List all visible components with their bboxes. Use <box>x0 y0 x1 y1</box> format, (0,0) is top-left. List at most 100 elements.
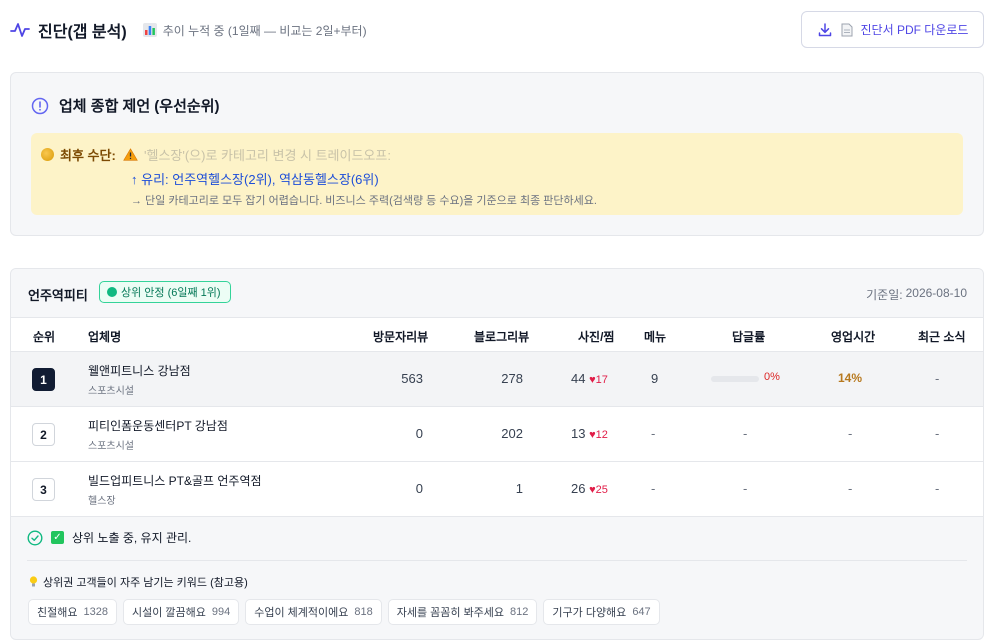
menu-count: - <box>651 481 656 496</box>
col-visitor-reviews: 방문자리뷰 <box>373 330 429 344</box>
keyword-chip[interactable]: 기구가 다양해요 647 <box>543 599 660 625</box>
col-menu: 메뉴 <box>644 330 667 344</box>
photo-count: 13 <box>571 426 586 441</box>
blog-review-count: 1 <box>515 481 523 496</box>
top-bar: 진단(갭 분석) 추이 누적 중 (1일째 — 비교는 2일+부터) 진단서 P… <box>0 0 997 60</box>
keyword-chip[interactable]: 친절해요 1328 <box>28 599 117 625</box>
keywords-title: 상위권 고객들이 자주 남기는 키워드 (참고용) <box>29 574 248 590</box>
keyword-text: 시설이 깔끔해요 <box>131 607 206 619</box>
place-category: 스포츠시설 <box>88 386 134 397</box>
base-date-value: 2026-08-10 <box>905 286 967 300</box>
keyword-count: 812 <box>510 606 529 618</box>
green-dot-icon <box>107 287 117 297</box>
photo-like-cell: 26 ♥25 <box>571 481 608 496</box>
keyword-chips: 친절해요 1328 시설이 깔끔해요 994 수업이 체계적이에요 818 자세… <box>28 599 660 625</box>
menu-count: - <box>651 426 656 441</box>
photo-count: 44 <box>571 371 586 386</box>
photo-like-cell: 13 ♥12 <box>571 426 608 441</box>
tradeoff-warning: '헬스장'(으)로 카테고리 변경 시 트레이드오프: <box>123 145 391 164</box>
col-photos: 사진/찜 <box>578 330 615 344</box>
download-pdf-label: 진단서 PDF 다운로드 <box>860 23 969 37</box>
place-category: 헬스장 <box>88 496 116 507</box>
base-date-label: 기준일: <box>866 288 903 302</box>
keyword-chip[interactable]: 자세를 꼼꼼히 봐주세요 812 <box>387 599 538 625</box>
keyword-text: 기구가 다양해요 <box>552 607 627 619</box>
reply-rate-bar <box>711 376 759 382</box>
divider <box>27 560 967 561</box>
keyword-count: 647 <box>632 606 651 618</box>
keyword-text: 친절해요 <box>37 607 78 619</box>
reply-rate-value: 0% <box>764 371 780 383</box>
photo-like-cell: 44 ♥17 <box>571 371 608 386</box>
download-icon <box>818 22 831 36</box>
business-name: 언주역피티 <box>28 288 88 303</box>
blog-review-count: 202 <box>501 426 523 441</box>
last-resort-label-group: 최후 수단: <box>41 145 116 164</box>
menu-count: 9 <box>651 371 659 386</box>
bar-chart-icon <box>142 23 157 37</box>
visitor-review-count: 0 <box>415 426 423 441</box>
download-pdf-button[interactable]: 진단서 PDF 다운로드 <box>801 11 984 48</box>
keyword-count: 994 <box>211 606 231 618</box>
keywords-title-text: 상위권 고객들이 자주 남기는 키워드 (참고용) <box>43 577 248 589</box>
title-group: 진단(갭 분석) 추이 누적 중 (1일째 — 비교는 2일+부터) <box>10 18 367 42</box>
blog-review-count: 278 <box>501 371 523 386</box>
keyword-text: 자세를 꼼꼼히 봐주세요 <box>396 607 505 619</box>
table-header: 순위 업체명 방문자리뷰 블로그리뷰 사진/찜 메뉴 답글률 영업시간 최근 소… <box>11 317 983 352</box>
check-circle-icon <box>27 529 43 546</box>
col-blog-reviews: 블로그리뷰 <box>474 330 530 344</box>
keyword-chip[interactable]: 수업이 체계적이에요 818 <box>245 599 382 625</box>
table-row[interactable]: 3 빌드업피트니스 PT&골프 언주역점 헬스장 0 1 26 ♥25 - - … <box>11 462 983 517</box>
status-text: 상위 노출 중, 유지 관리. <box>72 531 192 545</box>
table-row[interactable]: 2 피티인폼운동센터PT 강남점 스포츠시설 0 202 13 ♥12 - - … <box>11 407 983 462</box>
coin-icon <box>41 148 54 161</box>
col-reply-rate: 답글률 <box>732 330 766 344</box>
like-count: ♥17 <box>589 374 608 386</box>
page-title: 진단(갭 분석) <box>38 24 127 41</box>
hours-rate-value: 14% <box>838 371 863 385</box>
place-name: 빌드업피트니스 PT&골프 언주역점 <box>88 474 262 488</box>
keyword-text: 수업이 체계적이에요 <box>254 607 349 619</box>
col-hours: 영업시간 <box>831 330 876 344</box>
last-resort-label: 최후 수단: <box>60 148 116 163</box>
news-value: - <box>935 481 940 496</box>
subtitle-group: 추이 누적 중 (1일째 — 비교는 2일+부터) <box>142 22 367 39</box>
news-value: - <box>935 426 940 441</box>
recommendation-header: 업체 종합 제언 (우선순위) <box>31 95 220 116</box>
ranking-header: 언주역피티 상위 안정 (6일째 1위) 기준일: 2026-08-10 <box>11 269 983 317</box>
like-count: ♥25 <box>589 484 608 496</box>
keyword-count: 818 <box>354 606 373 618</box>
table-row[interactable]: 1 웰앤피트니스 강남점 스포츠시설 563 278 44 ♥17 9 0% 1… <box>11 352 983 407</box>
place-category: 스포츠시설 <box>88 441 134 452</box>
base-date: 기준일: 2026-08-10 <box>866 286 967 303</box>
tradeoff-warning-text: '헬스장'(으)로 카테고리 변경 시 트레이드오프: <box>144 148 391 163</box>
col-rank: 순위 <box>33 330 56 344</box>
advice-note: → 단일 카테고리로 모두 잡기 어렵습니다. 비즈니스 주력(검색량 등 수요… <box>131 195 597 207</box>
warning-icon <box>123 148 138 161</box>
rank-number: 1 <box>32 368 55 391</box>
place-name: 피티인폼운동센터PT 강남점 <box>88 419 228 433</box>
lightbulb-icon <box>29 576 38 587</box>
hours-rate-value: - <box>848 426 853 441</box>
status-badge: 상위 안정 (6일째 1위) <box>99 281 231 303</box>
last-resort-box: 최후 수단: '헬스장'(으)로 카테고리 변경 시 트레이드오프: ↑ 유리:… <box>31 133 963 215</box>
keyword-chip[interactable]: 시설이 깔끔해요 994 <box>122 599 240 625</box>
reply-rate-value: - <box>743 426 748 441</box>
alert-circle-icon <box>31 97 49 114</box>
ranking-card: 언주역피티 상위 안정 (6일째 1위) 기준일: 2026-08-10 순위 … <box>10 268 984 640</box>
status-message: ✓ 상위 노출 중, 유지 관리. <box>27 529 191 546</box>
recommendation-card: 업체 종합 제언 (우선순위) 최후 수단: '헬스장'(으)로 카테고리 변경… <box>10 72 984 236</box>
rank-number: 2 <box>32 423 55 446</box>
keyword-count: 1328 <box>83 606 108 618</box>
col-news: 최근 소식 <box>918 330 966 344</box>
document-icon <box>841 23 853 36</box>
rank-number: 3 <box>32 478 55 501</box>
news-value: - <box>935 371 940 386</box>
recommendation-title: 업체 종합 제언 (우선순위) <box>59 98 220 115</box>
hours-rate-value: - <box>848 481 853 496</box>
advantage-text: ↑ 유리: 언주역헬스장(2위), 역삼동헬스장(6위) <box>131 172 379 187</box>
visitor-review-count: 0 <box>415 481 423 496</box>
trend-status-text: 추이 누적 중 (1일째 — 비교는 2일+부터) <box>162 23 367 38</box>
checkbox-checked-icon: ✓ <box>51 531 64 544</box>
reply-rate-value: - <box>743 481 748 496</box>
